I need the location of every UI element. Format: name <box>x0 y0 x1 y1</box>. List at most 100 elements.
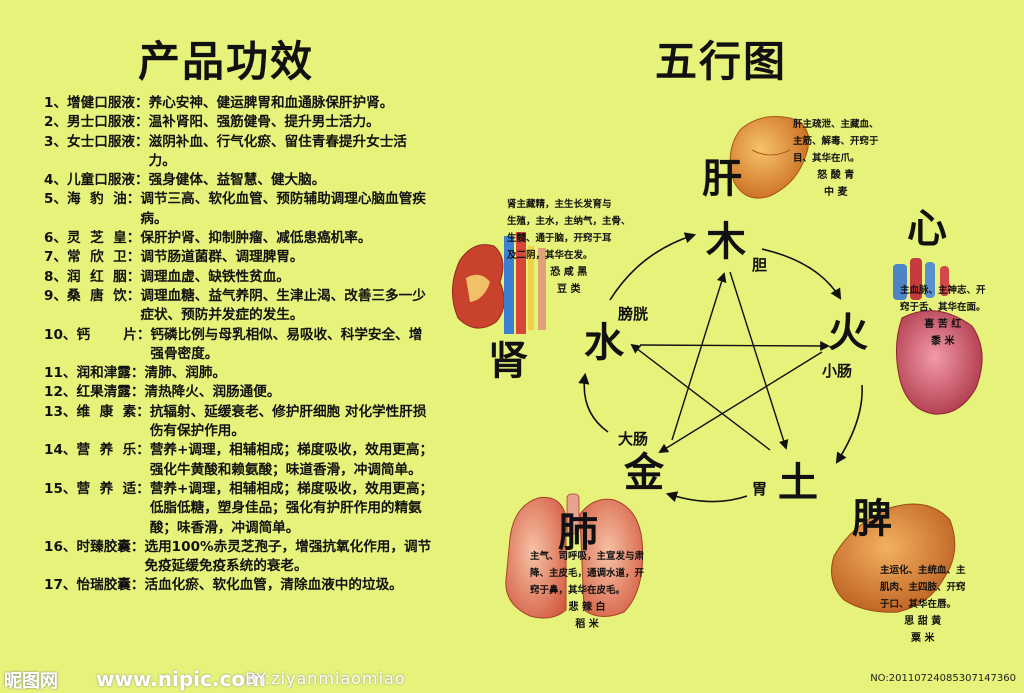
product-effect: 调理血虚、缺铁性贫血。 <box>140 268 290 285</box>
note-line: 目、其华在爪。 <box>793 153 860 164</box>
product-name: 15、营 养 适： <box>44 480 150 497</box>
note-correspondence: 中 麦 <box>824 187 848 198</box>
product-name: 9、桑 唐 饮： <box>44 287 141 304</box>
product-name: 5、海 豹 油： <box>44 191 141 208</box>
product-item: 2、男士口服液： 温补肾阳、强筋健骨、提升男士活力。 <box>44 113 434 132</box>
element-fire: 火 <box>828 310 868 356</box>
element-water: 水 <box>584 320 625 366</box>
product-item: 12、红果清露： 清热降火、润肠通便。 <box>44 383 434 402</box>
organ-liver: 肝 <box>702 156 742 202</box>
product-effect: 活血化瘀、软化血管，清除血液中的垃圾。 <box>144 577 403 594</box>
product-list: 1、增健口服液： 养心安神、健运脾胃和血通脉保肝护肾。 2、男士口服液： 温补肾阳、强… <box>44 94 434 596</box>
product-effect: 养心安神、健运脾胃和血通脉保肝护肾。 <box>148 95 394 111</box>
note-line: 窍于舌、其华在面。 <box>900 302 986 313</box>
product-effect: 营养+调理，相辅相成；梯度吸收，效用更高；强化牛黄酸和赖氨酸；味道香滑，冲调简单… <box>149 442 434 478</box>
product-name: 13、维 康 素： <box>44 403 150 420</box>
note-line: 主气、司呼吸，主宣发与肃 <box>530 551 645 562</box>
product-item: 14、营 养 乐： 营养+调理，相辅相成；梯度吸收，效用更高；强化牛黄酸和赖氨酸；… <box>44 441 434 480</box>
product-effect: 营养+调理，相辅相成；梯度吸收，效用更高；低脂低糖，塑身佳品；强化有护肝作用的精… <box>149 480 434 536</box>
note-line: 肌肉、主四肢、开窍 <box>880 582 966 593</box>
watermark-footer: 昵图网 www.nipic.com BY:ziyanmiaomiao NO:20… <box>0 665 1024 692</box>
note-line: 窍于鼻，其华在皮毛。 <box>530 585 626 596</box>
product-item: 5、海 豹 油： 调节三高、软化血管、预防辅助调理心脑血管疾病。 <box>44 190 434 229</box>
arrow-earth-to-water <box>630 343 771 451</box>
note-line: 降、主皮毛，通调水道，开 <box>530 568 645 579</box>
note-correspondence: 稻 米 <box>575 619 599 630</box>
arrow-wood-to-earth <box>729 271 789 450</box>
product-name: 10、钙 片： <box>44 326 151 343</box>
note-correspondence: 思 甜 黄 <box>904 616 942 627</box>
arrow-fire-to-earth <box>835 384 863 464</box>
product-name: 14、营 养 乐： <box>44 442 150 459</box>
fu-bladder: 膀胱 <box>618 305 648 323</box>
product-effect: 强身健体、益智慧、健大脑。 <box>148 172 326 189</box>
arrow-metal-to-water <box>578 372 609 433</box>
fu-large-intestine: 大肠 <box>618 430 648 448</box>
product-name: 16、时臻胶囊： <box>44 538 145 555</box>
product-effect: 清热降火、润肠通便。 <box>144 384 281 401</box>
note-line: 肝主疏泄、主藏血、 <box>793 119 879 130</box>
product-effect: 温补肾阳、强筋健骨、提升男士活力。 <box>148 114 380 131</box>
product-item: 3、女士口服液： 滋阴补血、行气化瘀、留住青春提升女士活力。 <box>44 133 434 172</box>
note-line: 于口、其华在唇。 <box>880 599 957 610</box>
product-efficacy-title: 产品功效 <box>138 37 315 86</box>
liver-note: 肝主疏泄、主藏血、 主筋、解毒、开窍于 目、其华在爪。怒 酸 青中 麦 <box>793 116 879 201</box>
organ-kidney: 肾 <box>488 338 528 384</box>
product-name: 3、女士口服液： <box>44 133 149 150</box>
note-line: 生髓、通于脑，开窍于耳 <box>507 233 612 244</box>
product-name: 12、红果清露： <box>44 384 145 401</box>
control-star-arrows <box>630 271 830 454</box>
brand-watermark: 昵图网 <box>4 671 58 692</box>
product-item: 10、钙 片： 钙磷比例与母乳相似、易吸收、科学安全、增强骨密度。 <box>44 326 434 365</box>
product-item: 16、时臻胶囊： 选用100%赤灵芝孢子，增强抗氧化作用，调节免疫延缓免疫系统的衰… <box>44 538 434 577</box>
product-name: 1、增健口服液： <box>44 95 149 111</box>
product-name: 2、男士口服液： <box>44 114 149 131</box>
heart-note: 主血脉、主神志、开 窍于舌、其华在面。喜 苦 红黍 米 <box>900 282 986 350</box>
product-effect: 滋阴补血、行气化瘀、留住青春提升女士活力。 <box>148 133 407 169</box>
fu-stomach: 胃 <box>752 480 767 498</box>
note-correspondence: 喜 苦 红 <box>924 319 962 330</box>
spleen-note: 主运化、主统血、主 肌肉、主四肢、开窍 于口、其华在唇。思 甜 黄粟 米 <box>880 562 966 647</box>
product-effect: 清肺、润肺。 <box>144 365 227 382</box>
arrow-fire-to-metal <box>658 351 823 454</box>
product-effect: 保肝护肾、抑制肿瘤、减低患癌机率。 <box>140 230 372 247</box>
note-line: 及二阴，其华在发。 <box>507 250 593 261</box>
note-correspondence: 豆 类 <box>557 284 581 295</box>
five-elements-title: 五行图 <box>655 37 788 86</box>
product-name: 7、常 欣 卫： <box>44 249 141 266</box>
arrow-metal-to-wood <box>671 272 727 441</box>
note-line: 主血脉、主神志、开 <box>900 285 986 296</box>
product-item: 4、儿童口服液： 强身健体、益智慧、健大脑。 <box>44 171 434 190</box>
note-line: 主筋、解毒、开窍于 <box>793 136 879 147</box>
product-effect: 钙磷比例与母乳相似、易吸收、科学安全、增强骨密度。 <box>150 326 423 362</box>
element-earth: 土 <box>778 460 818 506</box>
arrow-water-to-fire <box>639 341 830 351</box>
organ-spleen: 脾 <box>852 496 892 542</box>
product-item: 1、增健口服液： 养心安神、健运脾胃和血通脉保肝护肾。 <box>44 94 434 113</box>
product-item: 9、桑 唐 饮： 调理血糖、益气养阴、生津止渴、改善三多一少症状、预防并发症的发生… <box>44 287 434 326</box>
product-item: 11、润和津露： 清肺、润肺。 <box>44 364 434 383</box>
fu-small-intestine: 小肠 <box>822 362 852 380</box>
note-line: 生殖，主水，主纳气，主骨、 <box>507 216 631 227</box>
product-name: 17、怡瑞胶囊： <box>44 577 145 594</box>
kidney-note: 肾主藏精，主生长发育与 生殖，主水，主纳气，主骨、 生髓、通于脑，开窍于耳 及二阴，其… <box>507 196 631 298</box>
product-effect: 选用100%赤灵芝孢子，增强抗氧化作用，调节免疫延缓免疫系统的衰老。 <box>144 538 432 575</box>
fu-gallbladder: 胆 <box>752 256 767 274</box>
product-effect: 调理血糖、益气养阴、生津止渴、改善三多一少症状、预防并发症的发生。 <box>140 287 426 324</box>
product-item: 7、常 欣 卫： 调节肠道菌群、调理脾胃。 <box>44 248 434 267</box>
product-name: 11、润和津露： <box>44 365 145 382</box>
product-effect: 调节肠道菌群、调理脾胃。 <box>140 249 304 266</box>
image-number: NO:20110724085307147360 <box>870 673 1016 684</box>
lung-note: 主气、司呼吸，主宣发与肃 降、主皮毛，通调水道，开 窍于鼻，其华在皮毛。悲 辣 白稻… <box>530 548 644 633</box>
element-wood: 木 <box>706 219 746 265</box>
product-item: 15、营 养 适： 营养+调理，相辅相成；梯度吸收，效用更高；低脂低糖，塑身佳品；… <box>44 480 434 538</box>
site-link[interactable]: www.nipic.com <box>96 667 266 691</box>
product-effect: 抗辐射、延缓衰老、修护肝细胞 对化学性肝损伤有保护作用。 <box>149 403 427 440</box>
product-item: 6、灵 芝 皇： 保肝护肾、抑制肿瘤、减低患癌机率。 <box>44 229 434 248</box>
organ-heart: 心 <box>907 206 947 252</box>
note-line: 主运化、主统血、主 <box>880 565 966 576</box>
product-item: 13、维 康 素： 抗辐射、延缓衰老、修护肝细胞 对化学性肝损伤有保护作用。 <box>44 403 434 442</box>
element-metal: 金 <box>623 450 665 496</box>
note-correspondence: 怒 酸 青 <box>817 170 855 181</box>
note-correspondence: 粟 米 <box>911 633 935 644</box>
